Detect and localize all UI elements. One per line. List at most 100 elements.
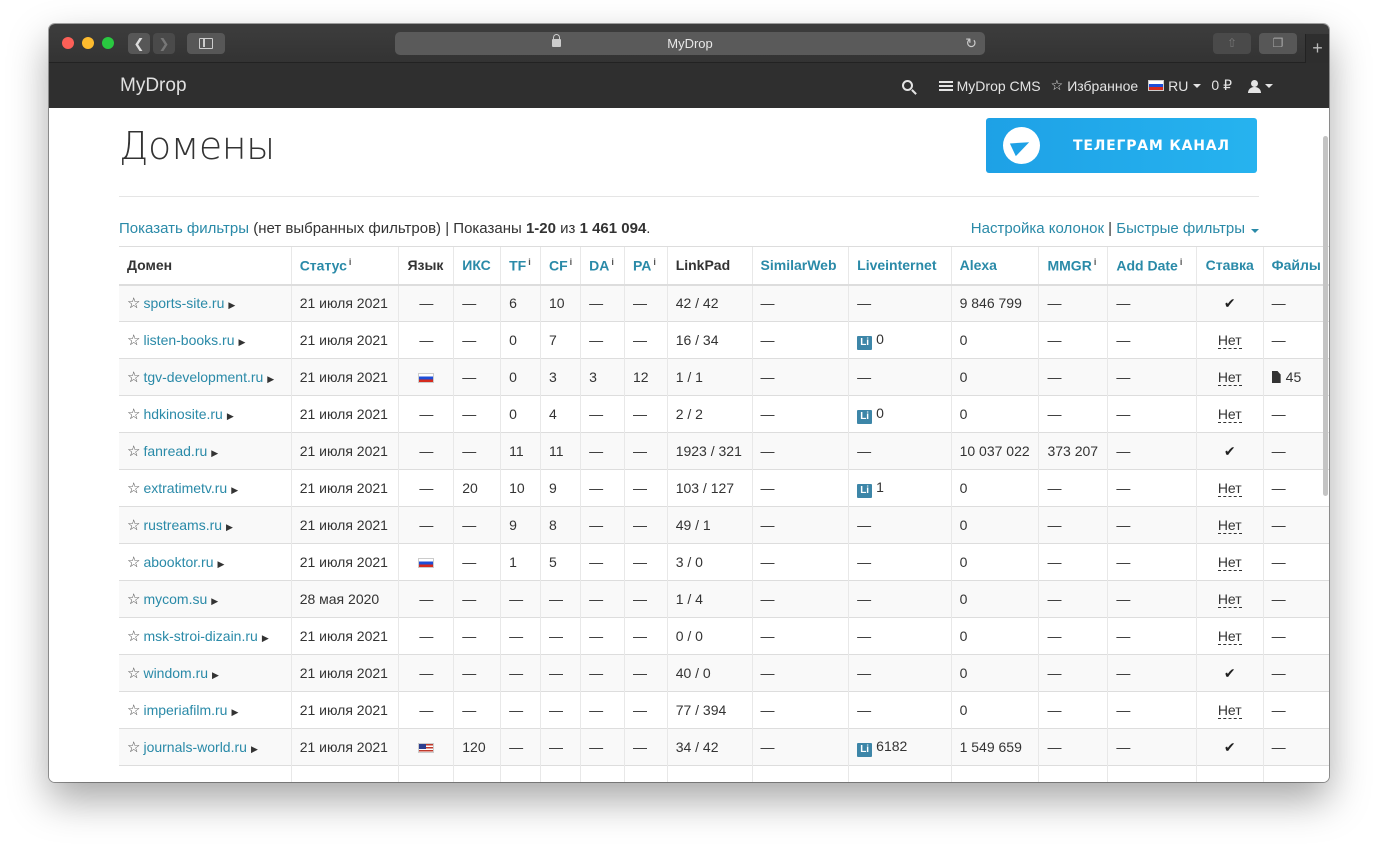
files-count[interactable]: 45 [1286, 369, 1302, 385]
bid-value[interactable]: Нет [1217, 406, 1242, 423]
new-tab-button[interactable]: + [1305, 34, 1329, 63]
domain-link[interactable]: journals-world.ru [143, 739, 246, 755]
li-cell: — [848, 654, 952, 692]
star-icon[interactable]: ☆ [127, 295, 140, 312]
star-icon[interactable]: ☆ [127, 665, 140, 682]
column-header-4[interactable]: TF i [500, 246, 541, 286]
domain-link[interactable]: rustreams.ru [143, 517, 222, 533]
info-icon[interactable]: i [1180, 257, 1183, 267]
bid-value[interactable]: Нет [1217, 591, 1242, 608]
star-icon[interactable]: ☆ [127, 517, 140, 534]
domain-link[interactable]: tgv-development.ru [143, 369, 263, 385]
balance-link[interactable]: 0 ₽ [1211, 77, 1232, 94]
bid-value[interactable]: Нет [1217, 517, 1242, 534]
site-navbar: MyDrop MyDrop CMS ☆ Избранное RU 0 ₽ [49, 63, 1329, 108]
expand-triangle-icon[interactable]: ▶ [231, 485, 238, 495]
user-menu-dropdown[interactable] [1242, 79, 1273, 93]
bid-value[interactable]: Нет [1217, 554, 1242, 571]
domain-link[interactable]: mycom.su [143, 591, 207, 607]
share-button[interactable]: ⇧ [1213, 33, 1251, 54]
close-window-button[interactable] [62, 37, 74, 49]
vertical-scrollbar[interactable] [1323, 136, 1328, 496]
info-icon[interactable]: i [349, 257, 352, 267]
star-icon[interactable]: ☆ [127, 443, 140, 460]
info-icon[interactable]: i [528, 257, 531, 267]
star-icon[interactable]: ☆ [127, 628, 140, 645]
star-icon[interactable]: ☆ [127, 554, 140, 571]
info-icon[interactable]: i [653, 257, 656, 267]
expand-triangle-icon[interactable]: ▶ [228, 300, 235, 310]
expand-triangle-icon[interactable]: ▶ [211, 596, 218, 606]
brand-logo[interactable]: MyDrop [120, 75, 187, 97]
domain-link[interactable]: fanread.ru [143, 443, 207, 459]
address-bar[interactable]: MyDrop ↻ [395, 32, 985, 55]
domain-link[interactable]: listen-books.ru [143, 332, 234, 348]
expand-triangle-icon[interactable]: ▶ [212, 670, 219, 680]
domain-link[interactable]: extratimetv.ru [143, 480, 227, 496]
bid-value[interactable]: Нет [1217, 702, 1242, 719]
reload-icon[interactable]: ↻ [965, 32, 977, 55]
expand-triangle-icon[interactable]: ▶ [226, 522, 233, 532]
forward-button[interactable]: ❯ [153, 33, 175, 54]
column-settings-link[interactable]: Настройка колонок [971, 220, 1104, 237]
info-icon[interactable]: i [1094, 257, 1097, 267]
star-icon[interactable]: ☆ [127, 591, 140, 608]
expand-triangle-icon[interactable]: ▶ [251, 744, 258, 754]
domain-link[interactable]: msk-stroi-dizain.ru [143, 628, 257, 644]
star-icon[interactable]: ☆ [127, 369, 140, 386]
column-header-3[interactable]: ИКС [453, 246, 501, 286]
domain-link[interactable]: sports-site.ru [143, 295, 224, 311]
star-icon[interactable]: ☆ [127, 739, 140, 756]
domain-link[interactable]: imperiafilm.ru [143, 702, 227, 718]
language-dropdown[interactable]: RU [1148, 78, 1202, 94]
column-header-14[interactable]: Ставка [1195, 246, 1264, 286]
bid-value[interactable]: Нет [1217, 628, 1242, 645]
liveinternet-icon[interactable]: Li [857, 409, 873, 424]
search-button[interactable] [901, 80, 929, 91]
bid-value[interactable]: Нет [1217, 332, 1242, 349]
column-header-7[interactable]: PA i [623, 246, 668, 286]
expand-triangle-icon[interactable]: ▶ [227, 411, 234, 421]
favorites-link[interactable]: ☆ Избранное [1051, 77, 1139, 94]
da-cell: — [580, 321, 625, 359]
back-button[interactable]: ❮ [128, 33, 150, 54]
info-icon[interactable]: i [611, 257, 614, 267]
liveinternet-icon[interactable]: Li [857, 483, 873, 498]
zoom-window-button[interactable] [102, 37, 114, 49]
star-icon[interactable]: ☆ [127, 480, 140, 497]
domain-link[interactable]: abooktor.ru [143, 554, 213, 570]
column-header-15[interactable]: Файлы [1262, 246, 1329, 286]
sidebar-toggle-button[interactable] [187, 33, 225, 54]
expand-triangle-icon[interactable]: ▶ [239, 337, 246, 347]
column-header-12[interactable]: MMGR i [1038, 246, 1108, 286]
star-icon[interactable]: ☆ [127, 332, 140, 349]
minimize-window-button[interactable] [82, 37, 94, 49]
show-filters-link[interactable]: Показать фильтры [119, 220, 249, 237]
expand-triangle-icon[interactable]: ▶ [231, 707, 238, 717]
star-icon[interactable]: ☆ [127, 406, 140, 423]
similarweb-cell: — [751, 728, 849, 766]
expand-triangle-icon[interactable]: ▶ [218, 559, 225, 569]
liveinternet-icon[interactable]: Li [857, 742, 873, 757]
info-icon[interactable]: i [570, 257, 573, 267]
tab-overview-button[interactable]: ❐ [1259, 33, 1297, 54]
bid-value[interactable]: Нет [1217, 480, 1242, 497]
domain-link[interactable]: windom.ru [143, 665, 208, 681]
bid-value[interactable]: Нет [1217, 369, 1242, 386]
column-header-9[interactable]: SimilarWeb [751, 246, 849, 286]
expand-triangle-icon[interactable]: ▶ [262, 633, 269, 643]
column-header-11[interactable]: Alexa [950, 246, 1039, 286]
column-header-5[interactable]: CF i [539, 246, 581, 286]
star-icon[interactable]: ☆ [127, 702, 140, 719]
column-header-1[interactable]: Статус i [290, 246, 399, 286]
column-header-10[interactable]: Liveinternet [848, 246, 952, 286]
telegram-channel-banner[interactable]: ТЕЛЕГРАМ КАНАЛ [986, 118, 1257, 173]
domain-link[interactable]: hdkinosite.ru [143, 406, 222, 422]
liveinternet-icon[interactable]: Li [857, 335, 873, 350]
column-header-6[interactable]: DA i [580, 246, 625, 286]
expand-triangle-icon[interactable]: ▶ [211, 448, 218, 458]
cms-link[interactable]: MyDrop CMS [938, 78, 1041, 94]
quick-filters-dropdown[interactable]: Быстрые фильтры [1116, 220, 1259, 237]
column-header-13[interactable]: Add Date i [1107, 246, 1197, 286]
expand-triangle-icon[interactable]: ▶ [267, 374, 274, 384]
